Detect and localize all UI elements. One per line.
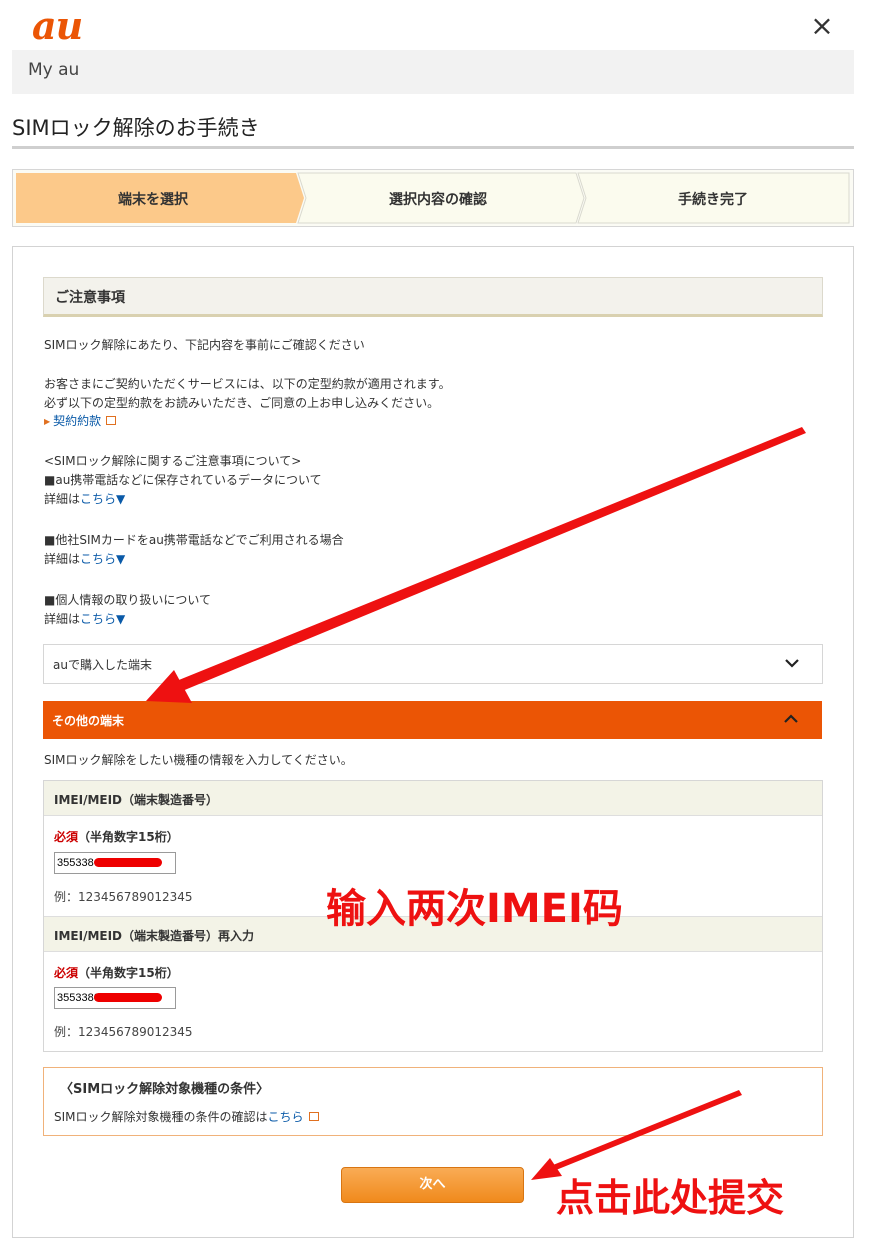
notice-item-detail: 詳細はこちら▼ <box>44 610 125 628</box>
submit-annotation: 点击此处提交 <box>556 1176 785 1220</box>
required-row: 必須（半角数字15桁） <box>54 828 179 845</box>
detail-link[interactable]: こちら▼ <box>80 552 125 566</box>
conditions-link[interactable]: こちら <box>268 1110 304 1124</box>
redaction-mark <box>94 993 162 1002</box>
imei-reenter-label: IMEI/MEID（端末製造番号）再入力 <box>54 929 255 943</box>
accordion-other-device[interactable]: その他の端末 <box>43 701 822 739</box>
notice-item-title: ■個人情報の取り扱いについて <box>44 593 211 607</box>
next-button[interactable]: 次へ <box>341 1167 524 1203</box>
step-select-device: 端末を選択 <box>118 192 188 208</box>
myau-label: My au <box>28 60 80 80</box>
step-complete: 手続き完了 <box>678 192 748 208</box>
imei-label: IMEI/MEID（端末製造番号） <box>54 793 219 807</box>
notice-item-title: ■他社SIMカードをau携帯電話などでご利用される場合 <box>44 533 344 547</box>
required-hint: （半角数字15桁） <box>78 830 179 844</box>
device-instruction: SIMロック解除をしたい機種の情報を入力してください。 <box>44 753 353 767</box>
chevron-down-icon <box>785 659 799 668</box>
notice-heading: ご注意事項 <box>43 277 823 317</box>
required-tag: 必須 <box>54 830 79 844</box>
notice-intro: SIMロック解除にあたり、下記内容を事前にご確認ください <box>44 338 365 352</box>
external-link-icon <box>308 1112 319 1121</box>
myau-bar: My au <box>12 50 854 94</box>
terms-link[interactable]: 契約約款 <box>53 414 101 428</box>
notice-section-title: <SIMロック解除に関するご注意事項について> <box>44 454 302 468</box>
external-link-icon <box>106 416 117 425</box>
detail-prefix: 詳細は <box>44 612 81 626</box>
close-icon[interactable]: × <box>808 10 836 42</box>
title-divider <box>12 146 854 149</box>
conditions-text: SIMロック解除対象機種の条件の確認はこちら <box>54 1108 319 1125</box>
notice-item-detail: 詳細はこちら▼ <box>44 490 125 508</box>
conditions-prefix: SIMロック解除対象機種の条件の確認は <box>54 1110 268 1124</box>
imei-annotation: 输入两次IMEI码 <box>326 886 623 932</box>
page-title: SIMロック解除のお手続き <box>12 116 260 140</box>
required-tag: 必須 <box>54 966 79 980</box>
imei-confirm-example: 例：123456789012345 <box>54 1025 193 1039</box>
notice-item-title: ■au携帯電話などに保存されているデータについて <box>44 473 322 487</box>
accordion-other-device-label: その他の端末 <box>52 714 125 728</box>
terms-line-1: お客さまにご契約いただくサービスには、以下の定型約款が適用されます。 <box>44 377 451 391</box>
conditions-title: 〈SIMロック解除対象機種の条件〉 <box>60 1082 270 1097</box>
conditions-box: 〈SIMロック解除対象機種の条件〉 SIMロック解除対象機種の条件の確認はこちら <box>43 1067 823 1136</box>
notice-item-detail: 詳細はこちら▼ <box>44 550 125 568</box>
accordion-au-device-label: auで購入した端末 <box>53 658 152 672</box>
detail-link[interactable]: こちら▼ <box>80 612 125 626</box>
terms-link-row: ▶ 契約約款 <box>44 412 117 431</box>
imei-example: 例：123456789012345 <box>54 890 193 904</box>
redaction-mark <box>94 858 162 867</box>
required-row: 必須（半角数字15桁） <box>54 964 179 981</box>
accordion-au-device[interactable]: auで購入した端末 <box>43 644 823 684</box>
required-hint: （半角数字15桁） <box>78 966 179 980</box>
caret-right-icon: ▶ <box>44 417 51 426</box>
notice-heading-label: ご注意事項 <box>55 290 125 306</box>
chevron-up-icon <box>784 714 798 723</box>
detail-prefix: 詳細は <box>44 552 81 566</box>
terms-line-2: 必ず以下の定型約款をお読みいただき、ご同意の上お申し込みください。 <box>44 396 440 410</box>
imei-field-header: IMEI/MEID（端末製造番号） <box>44 781 822 816</box>
au-logo: au <box>32 3 83 48</box>
detail-link[interactable]: こちら▼ <box>80 492 125 506</box>
progress-steps: 端末を選択 選択内容の確認 手続き完了 <box>12 169 854 227</box>
detail-prefix: 詳細は <box>44 492 81 506</box>
step-confirm: 選択内容の確認 <box>389 192 487 208</box>
